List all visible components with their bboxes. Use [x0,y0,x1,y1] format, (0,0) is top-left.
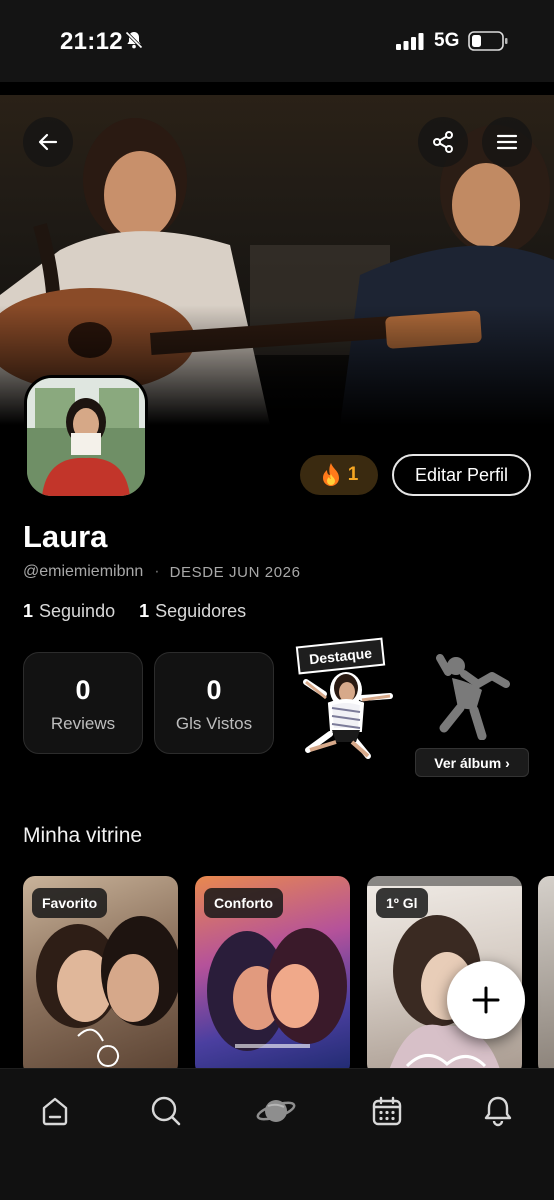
network-type: 5G [434,30,460,51]
status-time: 21:12 [60,28,123,55]
bell-icon [484,1096,512,1127]
following-link[interactable]: 1 Seguindo [23,601,115,622]
calendar-icon [372,1096,402,1126]
home-icon [42,1097,68,1126]
status-bar: 21:12 5G [0,0,554,82]
locked-sticker-placeholder [436,654,510,740]
view-album-button[interactable]: Ver álbum › [415,748,529,777]
poster-badge: 1º Gl [376,888,428,918]
followers-label: Seguidores [155,601,247,621]
signal-icon [396,33,424,50]
profile-name: Laura [23,519,108,554]
share-icon [433,131,453,153]
battery-icon [468,31,508,51]
following-label: Seguindo [39,601,116,621]
nav-calendar[interactable] [367,1091,407,1131]
followers-count: 1 [139,601,150,621]
nav-explore[interactable] [256,1091,296,1131]
gls-watched-label: Gls Vistos [175,714,253,733]
poster-badge: Favorito [32,888,108,918]
avatar[interactable] [24,375,148,499]
edit-profile-button[interactable]: Editar Perfil [392,454,531,496]
streak-badge[interactable]: 1 [300,455,378,495]
back-button[interactable] [23,117,73,167]
separator-dot: · [154,563,160,580]
showcase-poster-comfort[interactable]: Conforto [195,876,350,1076]
reviews-count: 0 [75,675,91,705]
reviews-card[interactable]: 0 Reviews [23,652,143,754]
follow-row: 1 Seguindo 1 Seguidores [23,601,270,622]
nav-search[interactable] [146,1091,186,1131]
nav-notifications[interactable] [478,1091,518,1131]
avatar-photo [27,378,145,496]
add-button[interactable] [447,961,525,1039]
member-since: DESDE JUN 2026 [169,563,301,581]
arrow-left-icon [38,133,58,151]
showcase-poster-partial[interactable] [538,876,554,1076]
share-button[interactable] [418,117,468,167]
showcase-poster-favorite[interactable]: Favorito [23,876,178,1076]
planet-icon [256,1100,296,1122]
followers-link[interactable]: 1 Seguidores [139,601,246,622]
fire-icon [322,463,339,486]
section-title: Minha vitrine [23,824,143,847]
bottom-nav [0,1068,554,1200]
search-icon [151,1096,181,1126]
menu-button[interactable] [482,117,532,167]
plus-icon [472,986,500,1014]
nav-home[interactable] [35,1091,75,1131]
gls-watched-card[interactable]: 0 Gls Vistos [154,652,274,754]
following-count: 1 [23,601,34,621]
profile-handle: @emiemiemibnn [23,563,144,580]
poster-badge: Conforto [204,888,284,918]
hamburger-menu-icon [496,134,518,150]
reviews-label: Reviews [50,714,116,733]
bell-slash-icon [125,31,143,49]
gls-watched-count: 0 [206,675,222,705]
streak-count: 1 [347,464,359,485]
handle-row: @emiemiemibnn · DESDE JUN 2026 [23,563,301,581]
